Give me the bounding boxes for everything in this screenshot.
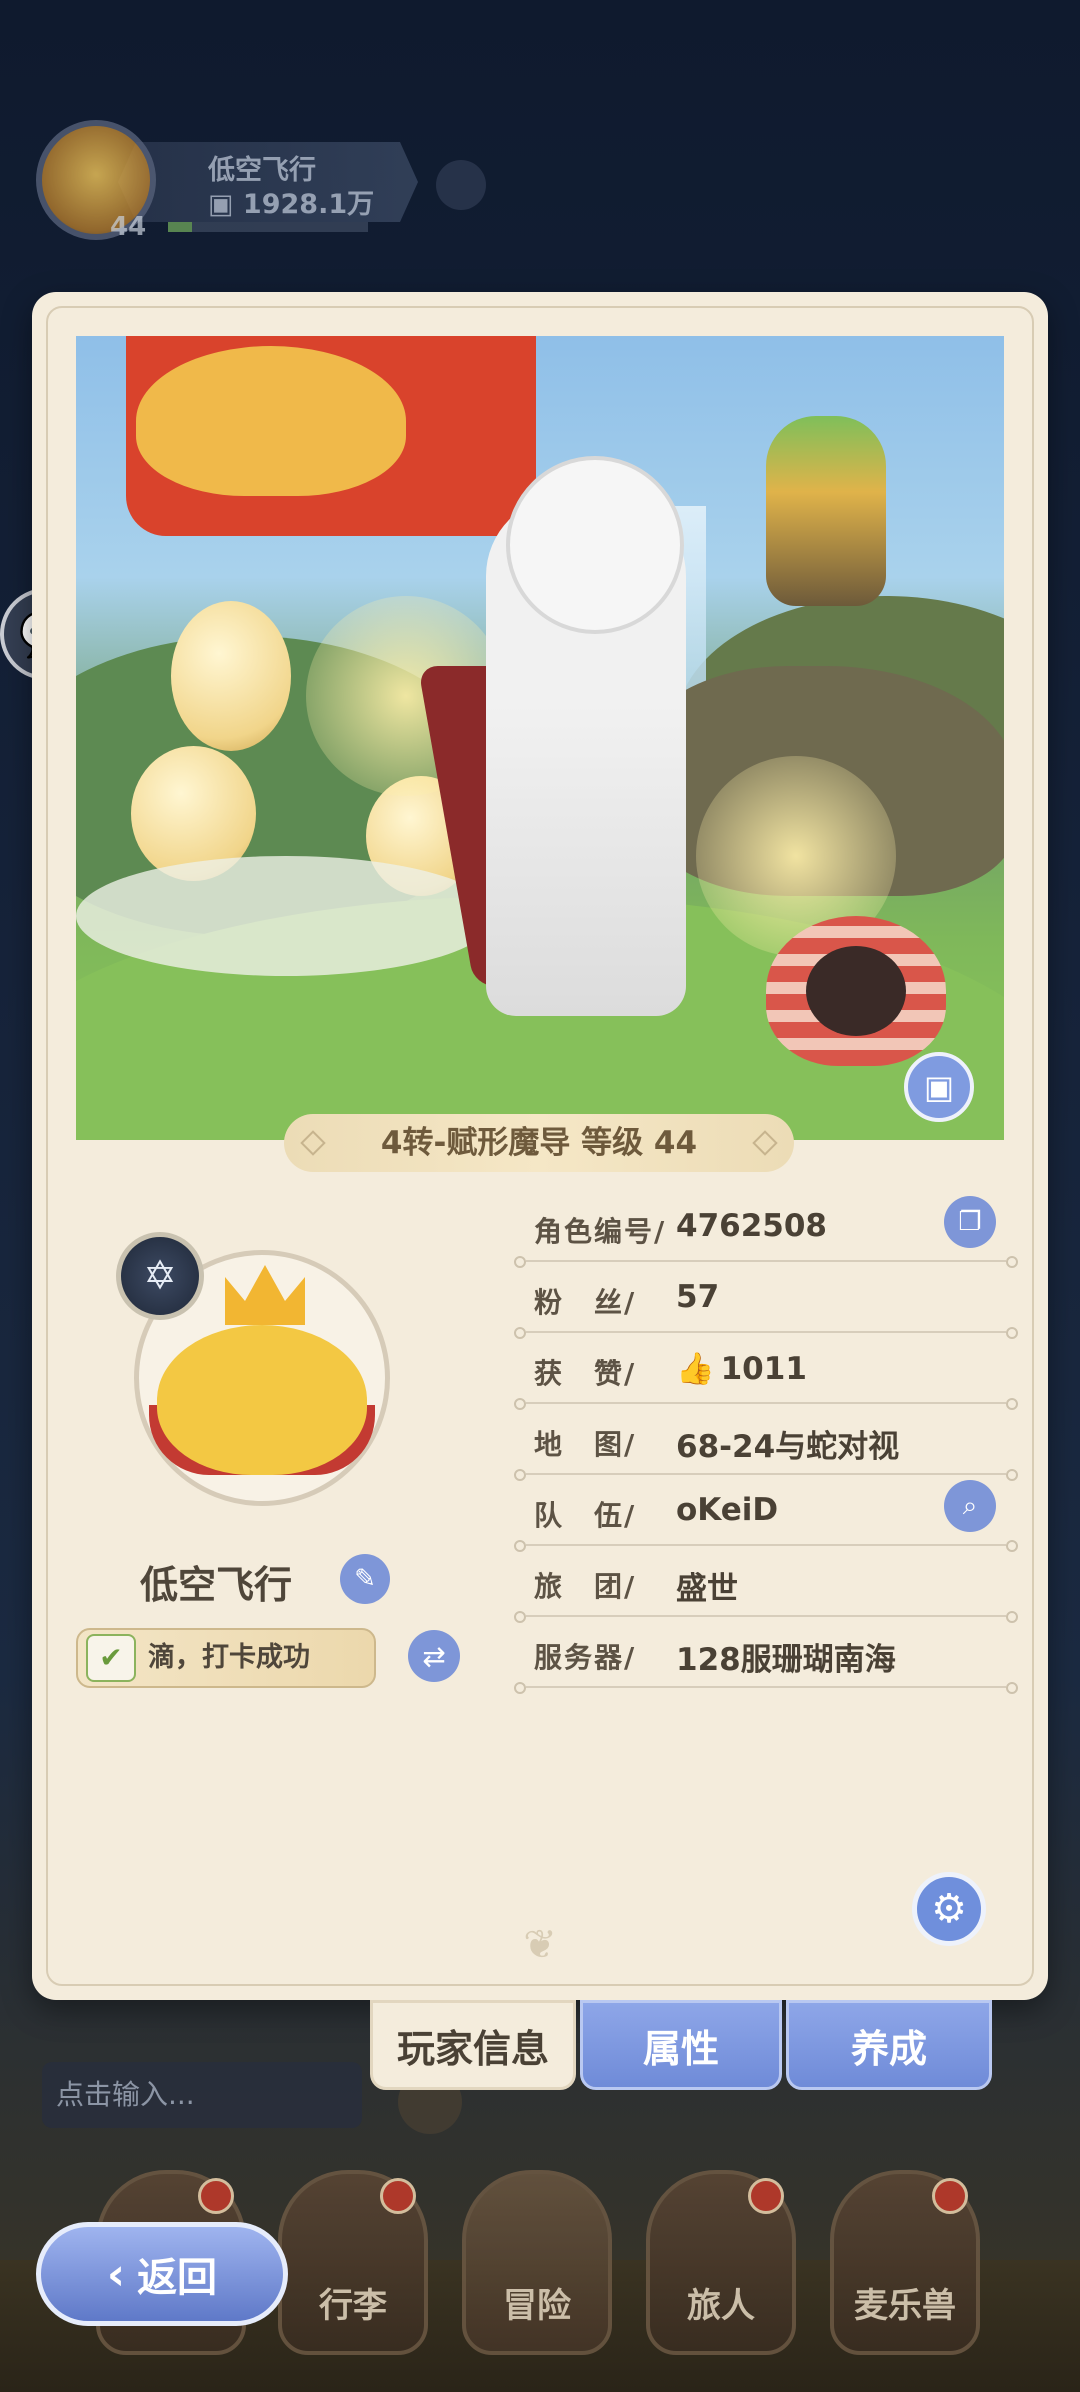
balloon	[171, 601, 291, 751]
nav-label: 行李	[319, 2286, 387, 2326]
thumbs-up-icon: 👍	[676, 1351, 715, 1387]
search-icon[interactable]: ⌕	[944, 1480, 996, 1532]
banner-diamond	[752, 1130, 778, 1156]
swap-title-button[interactable]: ⇄	[408, 1630, 460, 1682]
hud-crown-icon[interactable]	[436, 160, 486, 210]
calendar-check-icon: ✔	[86, 1634, 136, 1682]
photo-album-icon[interactable]: ▣	[904, 1052, 974, 1122]
nav-traveler[interactable]: 旅人	[646, 2170, 796, 2355]
row-divider	[514, 1469, 1018, 1481]
hud-level: 44	[110, 212, 147, 242]
notification-dot	[198, 2178, 234, 2214]
info-label: 旅 团/	[534, 1570, 637, 1603]
info-value: 128服珊瑚南海	[676, 1642, 896, 1678]
nav-label: 冒险	[503, 2286, 571, 2326]
info-row-guild: 旅 团/ 盛世	[496, 1559, 1036, 1629]
info-value: 盛世	[676, 1571, 738, 1607]
player-info-panel: ▣ 4转-赋形魔导 等级 44 ✡ 低空飞行 ✎ ✔ 滴，打卡成功 ⇄ 角色编号…	[32, 292, 1048, 2000]
hero-head	[506, 456, 684, 634]
mini-cat-companion	[766, 416, 886, 606]
class-level-banner: 4转-赋形魔导 等级 44	[284, 1114, 794, 1172]
hud-power-value: 1928.1万	[242, 189, 375, 220]
notification-dot	[748, 2178, 784, 2214]
back-label: 返回	[137, 2255, 218, 2301]
nav-bag[interactable]: 行李	[278, 2170, 428, 2355]
hud-power: ▣ 1928.1万	[208, 189, 375, 220]
info-value: oKeiD	[676, 1492, 779, 1528]
notification-dot	[380, 2178, 416, 2214]
tab-attributes[interactable]: 属性	[580, 2000, 782, 2090]
info-row-server: 服务器/ 128服珊瑚南海	[496, 1630, 1036, 1700]
character-showcase-scene	[76, 336, 1004, 1140]
back-arrow-icon: ‹	[106, 2248, 126, 2300]
banner-diamond	[300, 1130, 326, 1156]
info-label: 队 伍/	[534, 1499, 637, 1532]
row-divider	[514, 1398, 1018, 1410]
info-row-fans: 粉 丝/ 57	[496, 1275, 1036, 1345]
chat-input[interactable]: 点击输入...	[42, 2062, 362, 2128]
info-label: 角色编号/	[534, 1215, 667, 1248]
info-label: 地 图/	[534, 1428, 637, 1461]
row-divider	[514, 1611, 1018, 1623]
tab-growth[interactable]: 养成	[786, 2000, 992, 2090]
cat-ornament-icon: ❦	[523, 1922, 557, 1968]
row-divider	[514, 1256, 1018, 1268]
info-row-map: 地 图/ 68-24与蛇对视	[496, 1417, 1036, 1487]
back-button[interactable]: ‹ 返回	[36, 2222, 288, 2326]
gear-icon[interactable]: ⚙	[912, 1872, 986, 1946]
nav-adventure[interactable]: 冒险	[462, 2170, 612, 2355]
nav-pets[interactable]: 麦乐兽	[830, 2170, 980, 2355]
info-value-likes: 👍 1011	[676, 1350, 807, 1387]
crown-icon	[225, 1265, 305, 1325]
edit-name-button[interactable]: ✎	[340, 1554, 390, 1604]
info-label: 服务器/	[534, 1641, 637, 1674]
tab-player-info[interactable]: 玩家信息	[370, 2000, 576, 2090]
info-value: 68-24与蛇对视	[676, 1429, 900, 1465]
checkin-text: 滴，打卡成功	[148, 1642, 310, 1673]
copy-id-icon[interactable]: ❐	[944, 1196, 996, 1248]
info-row-likes: 获 赞/ 👍 1011	[496, 1346, 1036, 1416]
likes-count: 1011	[720, 1351, 807, 1387]
info-value: 4762508	[676, 1208, 827, 1244]
hud-player-card[interactable]: 44 低空飞行 ▣ 1928.1万	[18, 120, 418, 242]
info-row-id: 角色编号/ 4762508 ❐	[496, 1196, 1036, 1274]
hud-exp-fill	[168, 222, 192, 232]
info-row-team: 队 伍/ oKeiD ⌕	[496, 1480, 1036, 1558]
cloud	[76, 856, 496, 976]
nav-label: 麦乐兽	[854, 2286, 956, 2326]
nav-label: 旅人	[687, 2286, 755, 2326]
avatar-king-chick	[157, 1325, 367, 1475]
row-divider	[514, 1682, 1018, 1694]
hud-exp-bar	[168, 222, 368, 232]
class-level-text: 4转-赋形魔导 等级 44	[380, 1125, 698, 1161]
player-name: 低空飞行	[140, 1563, 293, 1607]
checkin-title-tag[interactable]: ✔ 滴，打卡成功	[76, 1628, 376, 1688]
row-divider	[514, 1327, 1018, 1339]
notification-dot	[932, 2178, 968, 2214]
info-label: 获 赞/	[534, 1357, 637, 1390]
row-divider	[514, 1540, 1018, 1552]
fox-face-banner	[136, 346, 406, 496]
rank-badge-icon[interactable]: ✡	[116, 1232, 204, 1320]
info-label: 粉 丝/	[534, 1286, 637, 1319]
info-value: 57	[676, 1279, 720, 1315]
pet-face	[806, 946, 906, 1036]
